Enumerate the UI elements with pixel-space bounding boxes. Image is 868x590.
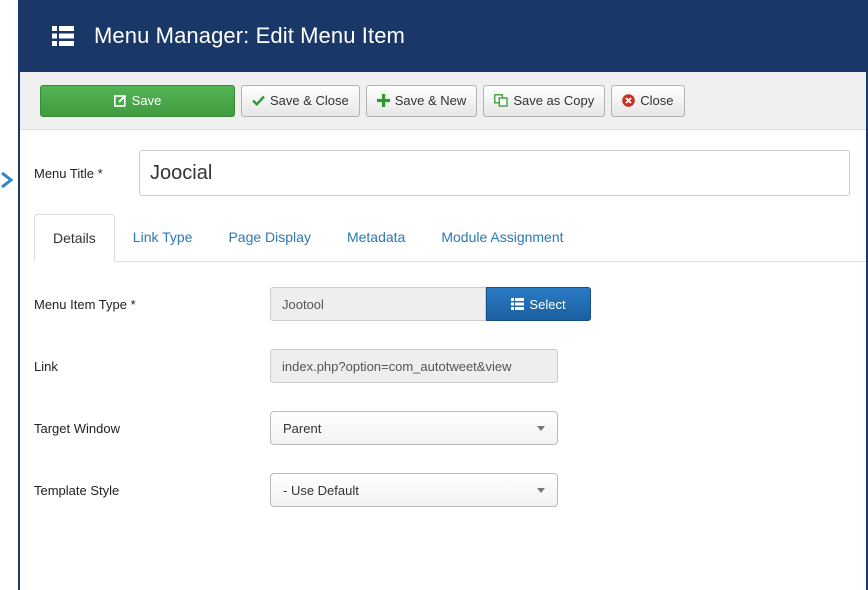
edit-menu-item-window: Menu Manager: Edit Menu Item Save Save &… [18,0,868,590]
target-window-select[interactable]: Parent [270,411,558,445]
menu-title-label: Menu Title * [34,165,103,181]
target-window-label: Target Window [34,420,120,436]
save-label: Save [131,93,162,108]
form-area: Menu Title * Joocial Details Link Type P… [20,130,866,508]
save-as-copy-label: Save as Copy [513,93,595,108]
save-as-copy-button[interactable]: Save as Copy [483,84,606,117]
plus-icon [376,94,390,107]
template-style-label: Template Style [34,482,120,498]
list-icon [52,26,74,46]
list-icon [511,298,525,310]
tab-details[interactable]: Details [34,214,115,262]
save-close-label: Save & Close [270,93,349,108]
select-button[interactable]: Select [486,287,591,321]
menu-item-type-label: Menu Item Type * [34,296,136,312]
tab-module-assignment[interactable]: Module Assignment [423,213,581,261]
select-label: Select [529,296,566,312]
close-label: Close [640,93,674,108]
target-window-value: Parent [283,420,322,436]
menu-title-input[interactable]: Joocial [139,150,850,196]
save-close-button[interactable]: Save & Close [241,84,360,117]
save-new-button[interactable]: Save & New [365,84,478,117]
caret-down-icon [537,487,545,493]
tab-bar: Details Link Type Page Display Metadata … [34,214,866,262]
caret-down-icon [537,425,545,431]
page-title: Menu Manager: Edit Menu Item [94,23,405,48]
template-style-value: - Use Default [283,482,359,498]
target-window-row: Target Window Parent [34,410,866,446]
menu-title-row: Menu Title * Joocial [34,150,866,196]
template-style-select[interactable]: - Use Default [270,473,558,507]
link-row: Link index.php?option=com_autotweet&view [34,348,866,384]
tab-link-type[interactable]: Link Type [115,213,211,261]
save-new-label: Save & New [394,93,467,108]
tab-page-display[interactable]: Page Display [210,213,329,261]
template-style-row: Template Style - Use Default [34,472,866,508]
link-label: Link [34,358,58,374]
close-button[interactable]: Close [611,84,685,117]
chevron-right-icon [1,172,14,188]
save-button[interactable]: Save [40,84,235,117]
close-icon [622,94,636,107]
menu-item-type-field: Jootool [270,287,486,321]
copy-icon [494,94,508,107]
menu-item-type-row: Menu Item Type * Jootool Select [34,286,866,322]
header-bar: Menu Manager: Edit Menu Item [20,0,866,72]
edit-icon [113,94,126,107]
check-icon [252,95,265,106]
link-field: index.php?option=com_autotweet&view [270,349,558,383]
tab-metadata[interactable]: Metadata [329,213,423,261]
toolbar: Save Save & Close Save & New Save as Cop… [20,72,866,130]
